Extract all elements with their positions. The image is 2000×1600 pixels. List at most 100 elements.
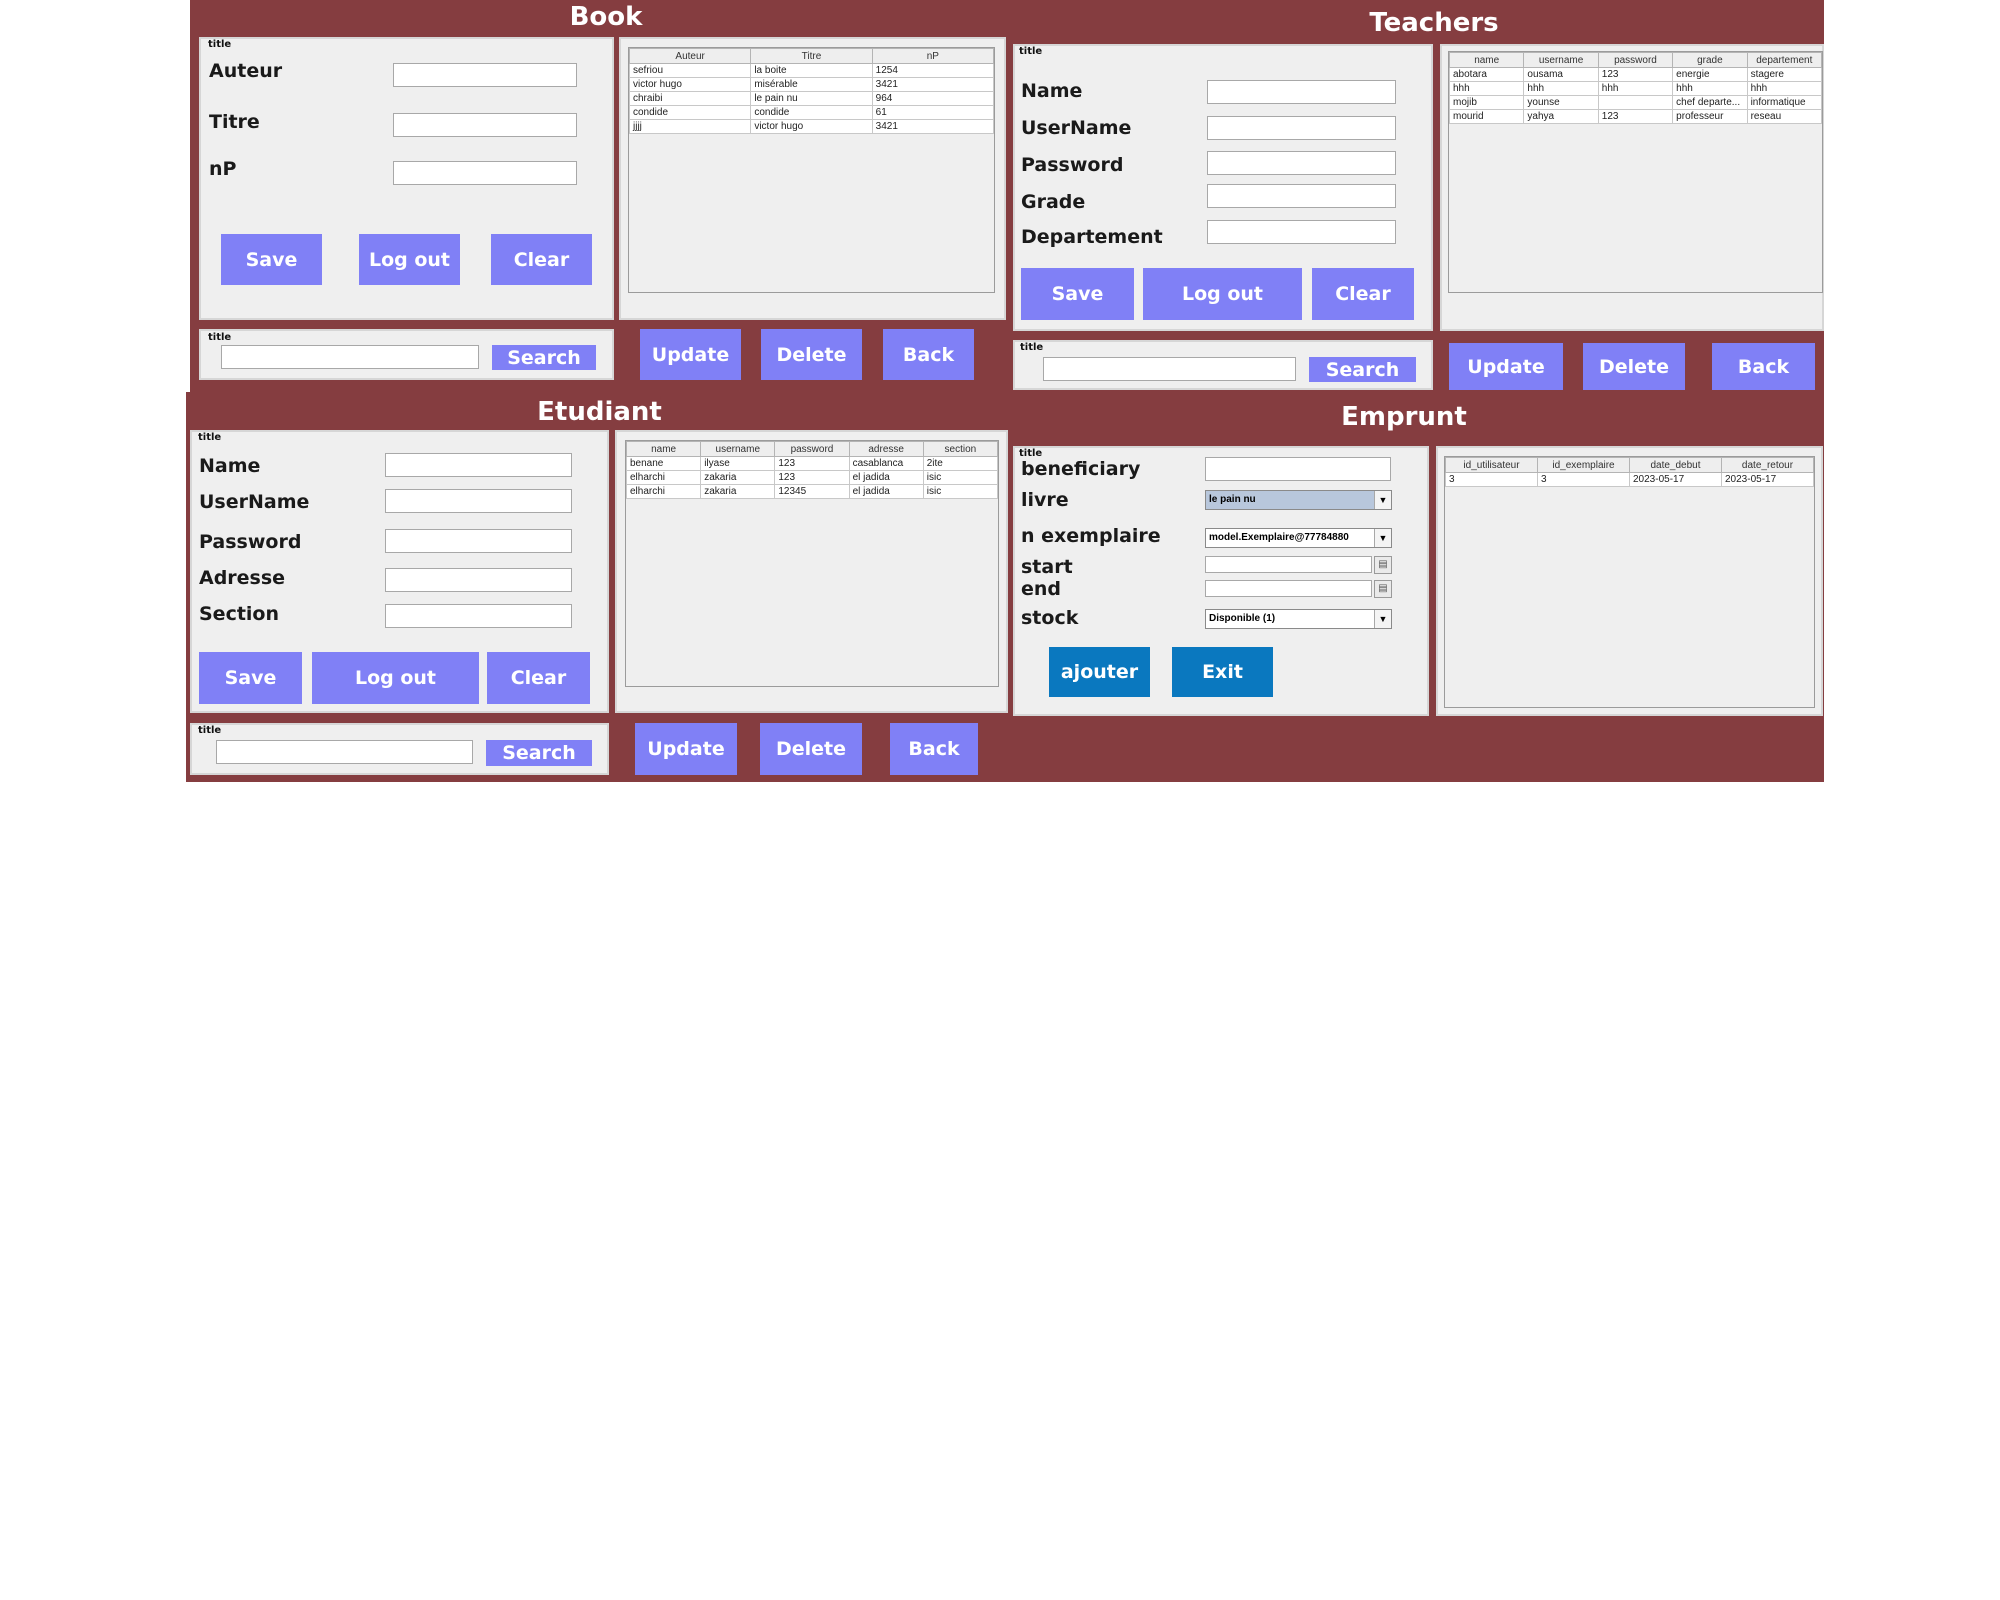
etudiant-logout-button[interactable]: Log out: [312, 652, 479, 704]
table-cell: yahya: [1523, 109, 1599, 124]
emprunt-label-end: end: [1021, 578, 1062, 600]
teachers-clear-button[interactable]: Clear: [1312, 268, 1414, 320]
etudiant-update-button[interactable]: Update: [635, 723, 737, 775]
column-header[interactable]: password: [774, 441, 850, 457]
teachers-delete-button[interactable]: Delete: [1583, 343, 1685, 390]
book-clear-button[interactable]: Clear: [491, 234, 592, 285]
table-row[interactable]: mourid yahya 123 professeur reseau: [1449, 109, 1822, 124]
teachers-username-input[interactable]: [1207, 116, 1396, 140]
teachers-name-input[interactable]: [1207, 80, 1396, 104]
table-row[interactable]: hhh hhh hhh hhh hhh: [1449, 81, 1822, 96]
column-header[interactable]: nP: [871, 48, 994, 64]
book-titre-input[interactable]: [393, 113, 577, 137]
teachers-search-button[interactable]: Search: [1309, 357, 1416, 382]
book-auteur-input[interactable]: [393, 63, 577, 87]
emprunt-stock-select[interactable]: Disponible (1) ▼: [1205, 609, 1392, 629]
table-cell: casablanca: [848, 456, 924, 471]
chevron-down-icon[interactable]: ▼: [1374, 529, 1391, 547]
emprunt-exemplaire-value: model.Exemplaire@77784880: [1209, 532, 1349, 543]
table-row[interactable]: condide condide 61: [629, 105, 994, 120]
table-cell: condide: [750, 105, 873, 120]
table-row[interactable]: abotara ousama 123 energie stagere: [1449, 67, 1822, 82]
teachers-save-button[interactable]: Save: [1021, 268, 1134, 320]
emprunt-ajouter-button[interactable]: ajouter: [1049, 647, 1150, 697]
teachers-departement-input[interactable]: [1207, 220, 1396, 244]
teachers-back-button[interactable]: Back: [1712, 343, 1815, 390]
etudiant-section-input[interactable]: [385, 604, 572, 628]
emprunt-end-date-input[interactable]: [1205, 580, 1372, 597]
table-row[interactable]: benane ilyase 123 casablanca 2ite: [626, 456, 998, 471]
emprunt-label-beneficiary: beneficiary: [1021, 458, 1141, 480]
etudiant-username-input[interactable]: [385, 489, 572, 513]
etudiant-label-password: Password: [199, 531, 302, 553]
table-row[interactable]: mojib younse chef departe... informatique: [1449, 95, 1822, 110]
table-cell: professeur: [1672, 109, 1748, 124]
emprunt-label-stock: stock: [1021, 607, 1079, 629]
calendar-icon[interactable]: ▤: [1374, 556, 1392, 574]
etudiant-clear-button[interactable]: Clear: [487, 652, 590, 704]
emprunt-beneficiary-input[interactable]: [1205, 457, 1391, 481]
table-row[interactable]: elharchi zakaria 12345 el jadida isic: [626, 484, 998, 499]
book-delete-button[interactable]: Delete: [761, 329, 862, 380]
column-header[interactable]: grade: [1672, 52, 1748, 68]
etudiant-back-button[interactable]: Back: [890, 723, 978, 775]
column-header[interactable]: password: [1597, 52, 1674, 68]
etudiant-search-input[interactable]: [216, 740, 473, 764]
column-header[interactable]: name: [626, 441, 702, 457]
column-header[interactable]: username: [700, 441, 776, 457]
book-save-button[interactable]: Save: [221, 234, 322, 285]
etudiant-search-tag: title: [198, 725, 222, 736]
emprunt-exit-button[interactable]: Exit: [1172, 647, 1273, 697]
table-row[interactable]: elharchi zakaria 123 el jadida isic: [626, 470, 998, 485]
book-search-button[interactable]: Search: [492, 345, 596, 370]
table-row[interactable]: victor hugo misérable 3421: [629, 77, 994, 92]
emprunt-exemplaire-select[interactable]: model.Exemplaire@77784880 ▼: [1205, 528, 1392, 548]
column-header[interactable]: Titre: [750, 48, 873, 64]
column-header[interactable]: section: [922, 441, 998, 457]
etudiant-name-input[interactable]: [385, 453, 572, 477]
column-header[interactable]: departement: [1746, 52, 1822, 68]
etudiant-table[interactable]: name username password adresse section b…: [625, 440, 999, 687]
etudiant-password-input[interactable]: [385, 529, 572, 553]
book-back-button[interactable]: Back: [883, 329, 974, 380]
chevron-down-icon[interactable]: ▼: [1374, 610, 1391, 628]
table-row[interactable]: sefriou la boite 1254: [629, 63, 994, 78]
table-row[interactable]: chraibi le pain nu 964: [629, 91, 994, 106]
etudiant-adresse-input[interactable]: [385, 568, 572, 592]
teachers-grade-input[interactable]: [1207, 184, 1396, 208]
emprunt-table[interactable]: id_utilisateur id_exemplaire date_debut …: [1444, 456, 1815, 708]
column-header[interactable]: date_retour: [1721, 457, 1814, 473]
table-cell: abotara: [1449, 67, 1525, 82]
etudiant-delete-button[interactable]: Delete: [760, 723, 862, 775]
book-update-button[interactable]: Update: [640, 329, 741, 380]
calendar-icon[interactable]: ▤: [1374, 580, 1392, 598]
column-header[interactable]: name: [1449, 52, 1525, 68]
book-table[interactable]: Auteur Titre nP sefriou la boite 1254 vict…: [628, 47, 995, 293]
teachers-search-input[interactable]: [1043, 357, 1296, 381]
book-np-input[interactable]: [393, 161, 577, 185]
table-row[interactable]: 3 3 2023-05-17 2023-05-17: [1445, 472, 1814, 487]
table-cell: hhh: [1449, 81, 1525, 96]
table-cell: zakaria: [700, 484, 776, 499]
book-logout-button[interactable]: Log out: [359, 234, 460, 285]
column-header[interactable]: date_debut: [1629, 457, 1722, 473]
column-header[interactable]: username: [1523, 52, 1599, 68]
teachers-logout-button[interactable]: Log out: [1143, 268, 1302, 320]
chevron-down-icon[interactable]: ▼: [1374, 491, 1391, 509]
column-header[interactable]: id_exemplaire: [1537, 457, 1630, 473]
table-cell: el jadida: [848, 470, 924, 485]
table-cell: jjjj: [629, 119, 752, 134]
emprunt-livre-select[interactable]: le pain nu ▼: [1205, 490, 1392, 510]
column-header[interactable]: Auteur: [629, 48, 752, 64]
etudiant-save-button[interactable]: Save: [199, 652, 302, 704]
table-cell: informatique: [1746, 95, 1822, 110]
etudiant-search-button[interactable]: Search: [486, 740, 592, 766]
column-header[interactable]: adresse: [848, 441, 924, 457]
emprunt-start-date-input[interactable]: [1205, 556, 1372, 573]
column-header[interactable]: id_utilisateur: [1445, 457, 1538, 473]
teachers-password-input[interactable]: [1207, 151, 1396, 175]
table-row[interactable]: jjjj victor hugo 3421: [629, 119, 994, 134]
book-search-input[interactable]: [221, 345, 479, 369]
teachers-table[interactable]: name username password grade departement…: [1448, 51, 1823, 293]
teachers-update-button[interactable]: Update: [1449, 343, 1563, 390]
